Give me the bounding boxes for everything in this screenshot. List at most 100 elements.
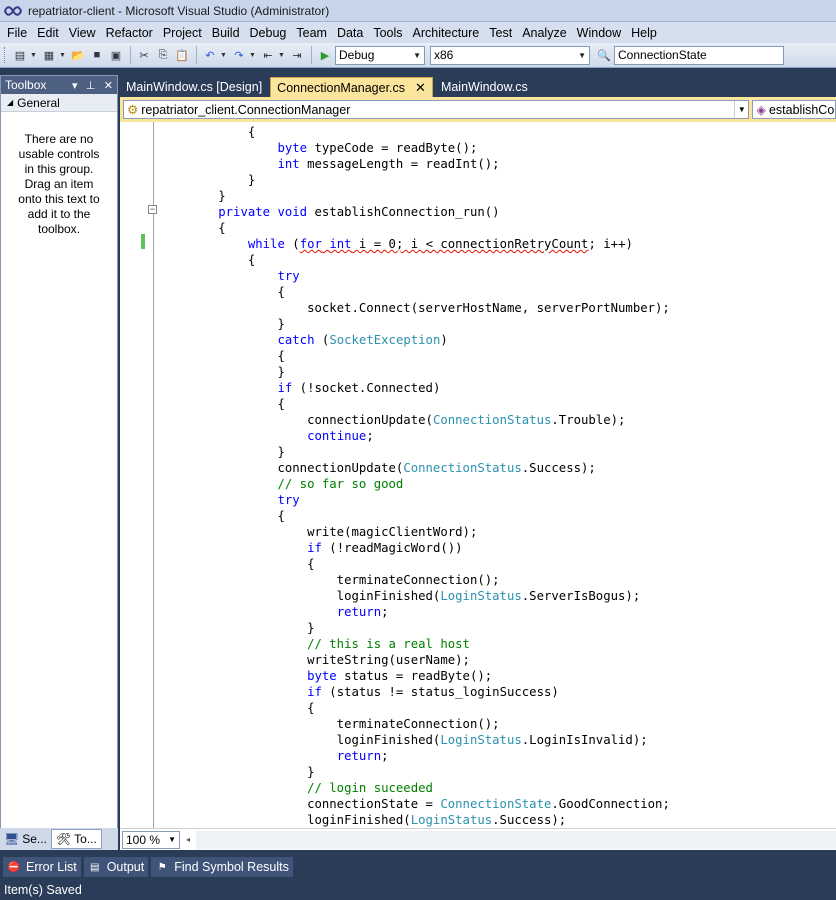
open-file-icon[interactable]: 📂 — [69, 46, 87, 64]
window-position-icon[interactable]: ▾ — [72, 80, 78, 92]
menu-item-debug[interactable]: Debug — [245, 26, 292, 40]
menu-item-view[interactable]: View — [64, 26, 101, 40]
code-line[interactable]: connectionState = ConnectionState.GoodCo… — [159, 796, 670, 812]
navigate-backward-icon[interactable]: ⇤ — [259, 46, 277, 64]
code-editor[interactable]: − { byte typeCode = readByte(); int mess… — [120, 122, 836, 828]
code-line[interactable]: return; — [159, 604, 389, 620]
code-line[interactable]: { — [159, 348, 284, 364]
code-line[interactable]: { — [159, 396, 284, 412]
chevron-down-icon[interactable]: ▼ — [249, 52, 256, 59]
code-line[interactable]: { — [159, 508, 284, 524]
undo-icon[interactable]: ↶ — [201, 46, 219, 64]
code-line[interactable]: while (for int i = 0; i < connectionRetr… — [159, 236, 633, 252]
zoom-select[interactable]: 100 % ▼ — [122, 830, 180, 849]
menu-item-window[interactable]: Window — [572, 26, 626, 40]
code-line[interactable]: writeString(userName); — [159, 652, 470, 668]
code-line[interactable]: // this is a real host — [159, 636, 470, 652]
menu-item-data[interactable]: Data — [332, 26, 368, 40]
code-line[interactable]: loginFinished(LoginStatus.Success); — [159, 812, 566, 828]
add-item-icon[interactable]: ▦ — [40, 46, 58, 64]
code-line[interactable]: { — [159, 252, 255, 268]
tab-mainwindow-design[interactable]: MainWindow.cs [Design] — [120, 77, 268, 97]
close-icon[interactable]: ✕ — [104, 80, 113, 92]
tab-mainwindow[interactable]: MainWindow.cs — [435, 77, 534, 97]
code-line[interactable]: int messageLength = readInt(); — [159, 156, 499, 172]
tab-output[interactable]: ▤ Output — [83, 857, 149, 877]
code-line[interactable]: { — [159, 700, 314, 716]
code-line[interactable]: loginFinished(LoginStatus.LoginIsInvalid… — [159, 732, 648, 748]
type-select[interactable]: ⚙ repatriator_client.ConnectionManager ▼ — [123, 100, 750, 119]
menu-item-architecture[interactable]: Architecture — [408, 26, 485, 40]
code-line[interactable]: terminateConnection(); — [159, 572, 500, 588]
code-line[interactable]: } — [159, 188, 225, 204]
menu-item-project[interactable]: Project — [158, 26, 207, 40]
code-line[interactable]: if (status != status_loginSuccess) — [159, 684, 559, 700]
menu-item-refactor[interactable]: Refactor — [101, 26, 158, 40]
code-line[interactable]: try — [159, 268, 299, 284]
menu-item-test[interactable]: Test — [484, 26, 517, 40]
save-all-icon[interactable]: ▣ — [107, 46, 125, 64]
chevron-down-icon[interactable]: ▼ — [59, 52, 66, 59]
code-line[interactable]: socket.Connect(serverHostName, serverPor… — [159, 300, 670, 316]
menu-item-build[interactable]: Build — [207, 26, 245, 40]
collapse-toggle-icon[interactable]: − — [148, 205, 157, 214]
menu-item-file[interactable]: File — [2, 26, 32, 40]
member-select[interactable]: ◈ establishCo — [752, 100, 836, 119]
code-line[interactable]: byte typeCode = readByte(); — [159, 140, 477, 156]
code-line[interactable]: // so far so good — [159, 476, 403, 492]
find-in-files-icon[interactable]: 🔍 — [595, 46, 613, 64]
code-line[interactable]: } — [159, 172, 255, 188]
new-project-icon[interactable]: ▤ — [11, 46, 29, 64]
code-line[interactable]: } — [159, 444, 284, 460]
menu-item-help[interactable]: Help — [626, 26, 662, 40]
chevron-down-icon[interactable]: ▼ — [278, 52, 285, 59]
navigate-forward-icon[interactable]: ⇥ — [288, 46, 306, 64]
code-line[interactable]: if (!readMagicWord()) — [159, 540, 462, 556]
code-line[interactable]: connectionUpdate(ConnectionStatus.Succes… — [159, 460, 595, 476]
code-line[interactable]: byte status = readByte(); — [159, 668, 492, 684]
code-line[interactable]: { — [159, 284, 284, 300]
code-line[interactable]: } — [159, 764, 314, 780]
start-debugging-icon[interactable]: ▶ — [316, 46, 334, 64]
code-line[interactable]: { — [159, 556, 314, 572]
menu-item-tools[interactable]: Tools — [368, 26, 407, 40]
code-line[interactable]: loginFinished(LoginStatus.ServerIsBogus)… — [159, 588, 641, 604]
save-icon[interactable]: ■ — [88, 46, 106, 64]
solution-configuration-select[interactable]: Debug ▼ — [335, 45, 425, 65]
code-line[interactable]: { — [159, 220, 225, 236]
menu-item-team[interactable]: Team — [291, 26, 332, 40]
find-input[interactable]: ConnectionState — [614, 45, 784, 65]
code-line[interactable]: private void establishConnection_run() — [159, 204, 499, 220]
menu-item-analyze[interactable]: Analyze — [517, 26, 571, 40]
code-line[interactable]: connectionUpdate(ConnectionStatus.Troubl… — [159, 412, 625, 428]
menu-item-edit[interactable]: Edit — [32, 26, 64, 40]
close-tab-icon[interactable]: ✕ — [415, 80, 426, 96]
copy-icon[interactable]: ⎘ — [154, 46, 172, 64]
code-line[interactable]: terminateConnection(); — [159, 716, 500, 732]
tab-server-explorer[interactable]: 🖥 Se... — [0, 829, 51, 849]
chevron-down-icon[interactable]: ▼ — [220, 52, 227, 59]
paste-icon[interactable]: 📋 — [173, 46, 191, 64]
tab-find-symbol-results[interactable]: ⚑ Find Symbol Results — [151, 857, 293, 877]
code-line[interactable]: continue; — [159, 428, 374, 444]
tab-toolbox[interactable]: 🛠 To... — [50, 829, 102, 849]
toolbox-group-general[interactable]: ◢ General — [1, 94, 117, 112]
code-line[interactable]: } — [159, 620, 314, 636]
horizontal-scrollbar[interactable] — [196, 830, 836, 849]
code-line[interactable]: return; — [159, 748, 389, 764]
code-line[interactable]: catch (SocketException) — [159, 332, 447, 348]
code-line[interactable]: } — [159, 364, 284, 380]
code-line[interactable]: if (!socket.Connected) — [159, 380, 440, 396]
tab-connectionmanager[interactable]: ConnectionManager.cs ✕ — [270, 77, 433, 97]
code-line[interactable]: // login suceeded — [159, 780, 433, 796]
toolbar-grip[interactable] — [4, 47, 7, 63]
redo-icon[interactable]: ↷ — [230, 46, 248, 64]
scroll-left-icon[interactable]: ◂ — [186, 835, 190, 844]
code-line[interactable]: { — [159, 124, 255, 140]
solution-platform-select[interactable]: x86 ▼ — [430, 45, 590, 65]
code-line[interactable]: try — [159, 492, 299, 508]
code-line[interactable]: write(magicClientWord); — [159, 524, 477, 540]
code-line[interactable]: } — [159, 316, 284, 332]
pin-icon[interactable]: ⊥ — [86, 80, 96, 92]
tab-error-list[interactable]: ⛔ Error List — [3, 857, 81, 877]
